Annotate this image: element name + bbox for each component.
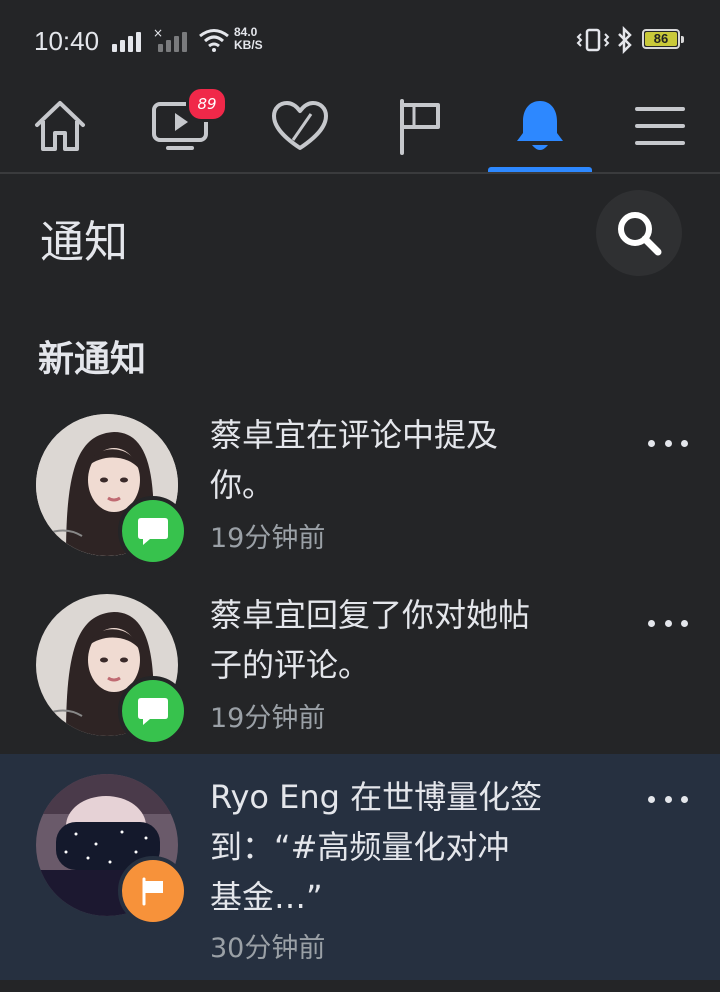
flag-icon bbox=[400, 99, 440, 155]
dot bbox=[664, 619, 672, 627]
notification-time: 19分钟前 bbox=[210, 523, 326, 554]
comment-badge bbox=[118, 676, 188, 746]
tab-watch[interactable]: 89 bbox=[120, 80, 240, 172]
tab-notifications[interactable] bbox=[480, 80, 600, 172]
dot bbox=[648, 439, 655, 447]
top-nav: 89 bbox=[0, 80, 720, 174]
dot bbox=[681, 439, 688, 447]
dot bbox=[681, 619, 688, 627]
notification-line: Ryo Eng 在世博量化签 bbox=[210, 778, 543, 816]
search-icon bbox=[618, 212, 662, 256]
tab-menu[interactable] bbox=[600, 80, 720, 172]
comment-icon bbox=[138, 518, 168, 545]
tab-pages[interactable] bbox=[360, 80, 480, 172]
wifi-icon bbox=[199, 29, 229, 52]
notification-line: 基金…” bbox=[210, 878, 323, 916]
more-options-button[interactable] bbox=[648, 784, 688, 814]
notification-line: 到：“#高频量化对冲 bbox=[210, 828, 510, 866]
notification-item[interactable]: 蔡卓宜在评论中提及 你。 19分钟前 bbox=[0, 396, 720, 574]
tab-home[interactable] bbox=[0, 80, 120, 172]
status-time: 10:40 bbox=[34, 26, 100, 56]
tab-dating[interactable] bbox=[240, 80, 360, 172]
more-options-button[interactable] bbox=[648, 608, 688, 638]
dot bbox=[664, 795, 672, 803]
notification-time: 19分钟前 bbox=[210, 703, 326, 734]
notification-line: 子的评论。 bbox=[210, 646, 371, 684]
heart-icon bbox=[272, 101, 328, 150]
signal-icon bbox=[112, 30, 141, 52]
notification-item[interactable]: 蔡卓宜回复了你对她帖 子的评论。 19分钟前 bbox=[0, 576, 720, 754]
search-button[interactable] bbox=[596, 190, 682, 276]
notification-text: 蔡卓宜在评论中提及 你。 bbox=[210, 410, 610, 510]
page-title: 通知 bbox=[40, 217, 128, 268]
battery-icon: 86 bbox=[642, 29, 684, 49]
flag-icon bbox=[142, 877, 163, 906]
comment-icon bbox=[138, 698, 168, 725]
net-speed-unit: KB/S bbox=[234, 38, 263, 52]
dot bbox=[648, 795, 655, 803]
notification-line: 蔡卓宜回复了你对她帖 bbox=[210, 596, 531, 634]
dot bbox=[664, 439, 672, 447]
notification-text: Ryo Eng 在世博量化签 到：“#高频量化对冲 基金…” bbox=[210, 772, 610, 922]
menu-icon bbox=[635, 107, 685, 145]
comment-badge bbox=[118, 496, 188, 566]
notification-line: 你。 bbox=[210, 466, 275, 504]
vibrate-icon bbox=[576, 28, 610, 52]
dot bbox=[681, 795, 688, 803]
section-title: 新通知 bbox=[38, 339, 147, 380]
battery-level: 86 bbox=[645, 32, 677, 46]
more-options-button[interactable] bbox=[648, 428, 688, 458]
notification-item[interactable]: Ryo Eng 在世博量化签 到：“#高频量化对冲 基金…” 30分钟前 bbox=[0, 754, 720, 980]
bluetooth-icon bbox=[618, 26, 632, 54]
status-bar: 10:40 × 84.0 KB/S 86 bbox=[0, 0, 720, 80]
bell-icon bbox=[517, 101, 563, 150]
notification-line: 蔡卓宜在评论中提及 bbox=[210, 416, 499, 454]
dot bbox=[648, 619, 655, 627]
home-icon bbox=[35, 101, 85, 151]
notification-text: 蔡卓宜回复了你对她帖 子的评论。 bbox=[210, 590, 610, 690]
net-speed: 84.0 KB/S bbox=[234, 26, 263, 52]
watch-badge: 89 bbox=[186, 86, 228, 122]
page-badge bbox=[118, 856, 188, 926]
signal-2-icon bbox=[158, 30, 187, 52]
notification-time: 30分钟前 bbox=[210, 933, 326, 964]
